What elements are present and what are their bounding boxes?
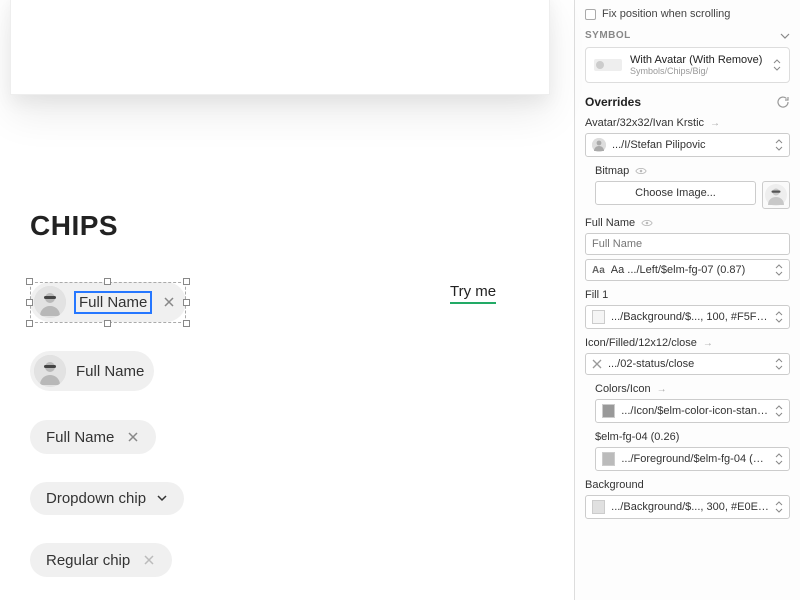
symbol-selector[interactable]: With Avatar (With Remove) Symbols/Chips/… xyxy=(585,47,790,83)
chevron-updown-icon xyxy=(775,311,783,323)
section-title: CHIPS xyxy=(30,210,186,242)
symbol-section-header[interactable]: SYMBOL xyxy=(585,30,790,41)
arrow-right-icon[interactable]: → xyxy=(657,384,667,395)
chip-avatar-remove-selected[interactable]: Full Name xyxy=(30,282,186,322)
overrides-title: Overrides xyxy=(585,95,641,109)
arrow-right-icon[interactable]: → xyxy=(703,338,713,349)
chip-label: Dropdown chip xyxy=(44,490,148,507)
close-icon[interactable] xyxy=(124,428,142,446)
chip-regular[interactable]: Regular chip xyxy=(30,543,172,577)
chevron-updown-icon xyxy=(775,264,783,276)
chevron-down-icon xyxy=(780,31,790,41)
chip-dropdown[interactable]: Dropdown chip xyxy=(30,482,184,515)
fullname-text-field[interactable] xyxy=(592,238,783,250)
chip-label: Full Name xyxy=(74,363,146,380)
override-bitmap-label: Bitmap xyxy=(595,165,790,177)
avatar-icon xyxy=(592,138,606,152)
close-icon[interactable] xyxy=(160,293,178,311)
colorsicon-dropdown[interactable]: .../Icon/$elm-color-icon-standard xyxy=(595,399,790,423)
iconclose-dropdown[interactable]: .../02-status/close xyxy=(585,353,790,375)
chevron-updown-icon xyxy=(775,453,783,465)
override-colorsicon-label: Colors/Icon → xyxy=(595,383,790,395)
color-swatch-icon xyxy=(592,500,605,514)
symbol-path: Symbols/Chips/Big/ xyxy=(630,66,762,76)
avatar-icon xyxy=(34,286,66,318)
fill1-dropdown[interactable]: .../Background/$..., 100, #F5F5F5)* xyxy=(585,305,790,329)
image-thumbnail[interactable] xyxy=(762,181,790,209)
chevron-updown-icon xyxy=(775,405,783,417)
override-background-label: Background xyxy=(585,479,790,491)
artboard-preview xyxy=(10,0,550,95)
choose-image-button[interactable]: Choose Image... xyxy=(595,181,756,205)
visibility-icon[interactable] xyxy=(635,166,647,176)
override-iconclose-label: Icon/Filled/12x12/close → xyxy=(585,337,790,349)
chip-label: Regular chip xyxy=(44,552,132,569)
chip-label-editing[interactable]: Full Name xyxy=(74,291,152,314)
selected-chip-wrapper[interactable]: Full Name xyxy=(30,282,186,323)
canvas-area[interactable]: CHIPS Full Name xyxy=(0,0,574,600)
background-dropdown[interactable]: .../Background/$..., 300, #E0E0E0) xyxy=(585,495,790,519)
chip-label: Full Name xyxy=(44,429,116,446)
try-me-link[interactable]: Try me xyxy=(450,283,496,304)
chevron-updown-icon xyxy=(775,139,783,151)
close-icon xyxy=(592,359,602,369)
inspector-panel: Fix position when scrolling SYMBOL With … xyxy=(574,0,800,600)
fix-position-label: Fix position when scrolling xyxy=(602,8,730,20)
chip-plain-remove[interactable]: Full Name xyxy=(30,420,156,454)
textstyle-icon: Aa xyxy=(592,265,605,276)
override-avatar-label: Avatar/32x32/Ivan Krstic → xyxy=(585,117,790,129)
chevron-updown-icon xyxy=(775,358,783,370)
close-icon[interactable] xyxy=(140,551,158,569)
chevron-down-icon xyxy=(156,492,170,506)
chevron-updown-icon xyxy=(775,501,783,513)
chevron-updown-icon xyxy=(773,59,781,71)
avatar-icon xyxy=(34,355,66,387)
color-swatch-icon xyxy=(602,404,615,418)
symbol-thumbnail-icon xyxy=(594,59,622,71)
chip-avatar-remove[interactable]: Full Name xyxy=(30,351,154,391)
arrow-right-icon[interactable]: → xyxy=(710,118,720,129)
visibility-icon[interactable] xyxy=(641,218,653,228)
textstyle-dropdown[interactable]: Aa Aa .../Left/$elm-fg-07 (0.87) xyxy=(585,259,790,281)
color-swatch-icon xyxy=(602,452,615,466)
color-swatch-icon xyxy=(592,310,605,324)
fix-position-checkbox[interactable] xyxy=(585,9,596,20)
override-avatar-dropdown[interactable]: .../I/Stefan Pilipovic xyxy=(585,133,790,157)
reset-icon[interactable] xyxy=(776,95,790,109)
override-fill1-label: Fill 1 xyxy=(585,289,790,301)
fg04-dropdown[interactable]: .../Foreground/$elm-fg-04 (0.26) xyxy=(595,447,790,471)
symbol-name: With Avatar (With Remove) xyxy=(630,54,762,66)
fullname-input[interactable] xyxy=(585,233,790,255)
override-fullname-label: Full Name xyxy=(585,217,790,229)
override-fg04-label: $elm-fg-04 (0.26) xyxy=(595,431,790,443)
